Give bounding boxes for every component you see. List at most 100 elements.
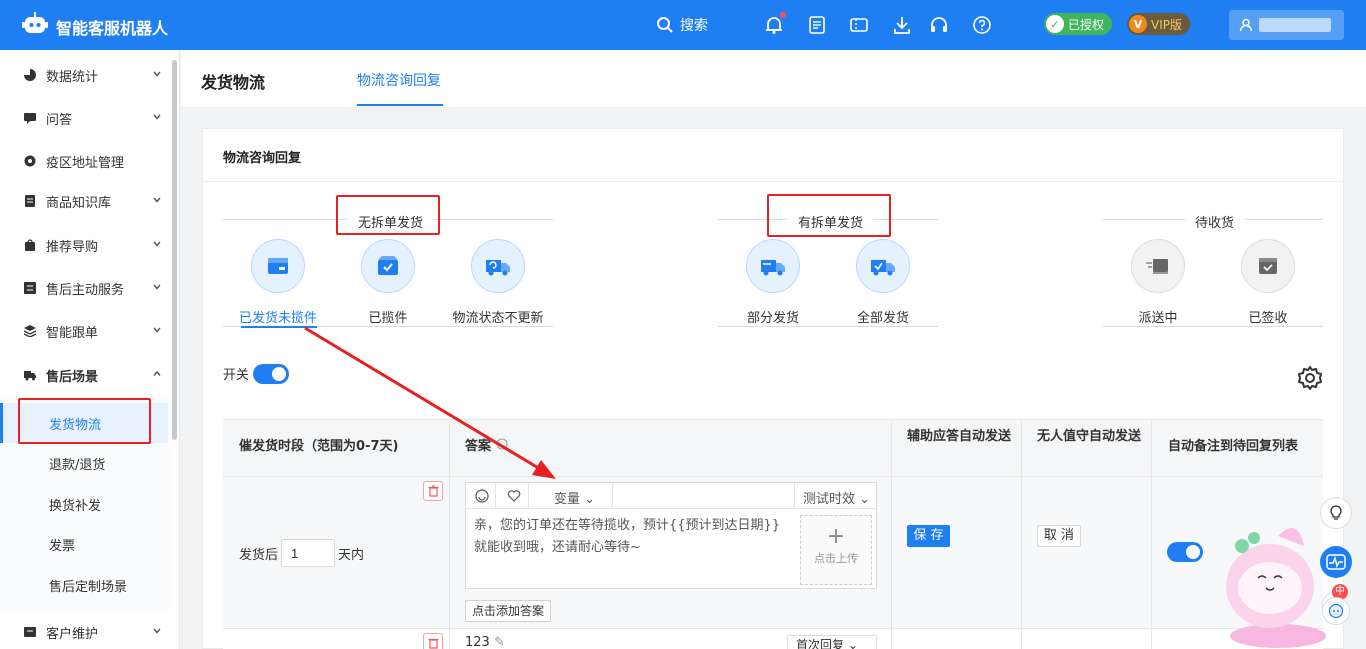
cancel-button[interactable]: 取 消	[1037, 525, 1081, 547]
feature-toggle[interactable]	[253, 364, 289, 384]
answer-preview-text: 123	[465, 635, 490, 649]
save-button[interactable]: 保 存	[907, 525, 950, 547]
truck-icon	[746, 239, 800, 293]
box-check-icon	[361, 239, 415, 293]
sidebar-subitem-invoice[interactable]: 发票	[0, 524, 168, 564]
category-label: 部分发货	[746, 311, 799, 326]
download-icon[interactable]	[892, 15, 912, 35]
delete-button[interactable]	[423, 633, 443, 649]
sidebar-subitem-exchange[interactable]: 换货补发	[0, 484, 168, 524]
shield-check-icon: ✓	[1046, 15, 1064, 33]
variable-label: 变量	[554, 492, 581, 507]
toolbar-divider	[612, 483, 613, 509]
variable-dropdown[interactable]: 变量 ⌄	[554, 488, 595, 507]
sidebar-item-label: 问答	[46, 112, 73, 128]
answer-text[interactable]: 亲，您的订单还在等待揽收，预计{{预计到达日期}}就能收到哦，还请耐心等待~	[474, 515, 792, 559]
sidebar-item-smart-tracking[interactable]: 智能跟单	[0, 311, 170, 351]
column-divider	[891, 419, 892, 649]
chat-bot-button[interactable]	[1322, 597, 1350, 625]
sidebar-subitem-label: 发票	[49, 538, 76, 554]
page-title: 发货物流	[201, 73, 266, 92]
page-header: 发货物流 物流咨询回复	[181, 50, 1366, 108]
category-shipped-not-collected[interactable]: 已发货未揽件	[228, 239, 328, 326]
auto-note-toggle[interactable]	[1167, 542, 1203, 562]
period-prefix: 发货后	[239, 548, 279, 563]
reply-type-select[interactable]: 首次回复 ⌄	[787, 635, 877, 649]
header-assist-auto-send: 辅助应答自动发送	[907, 429, 1012, 444]
chevron-up-icon	[153, 370, 161, 376]
chevron-down-icon	[153, 71, 161, 77]
sidebar-item-label: 售后场景	[46, 369, 99, 385]
category-full-shipment[interactable]: 全部发货	[833, 239, 933, 326]
sidebar-subitem-custom-scenes[interactable]: 售后定制场景	[0, 565, 168, 605]
sidebar-item-shopping-guide[interactable]: 推荐导购	[0, 225, 170, 265]
toolbar-divider	[794, 483, 795, 509]
category-label: 已揽件	[368, 311, 408, 326]
chevron-down-icon	[153, 197, 161, 203]
answer-editor[interactable]: 变量 ⌄ 测试时效 ⌄ 亲，您的订单还在等待揽收，预计{{预计到达日期}}就能收…	[465, 482, 877, 589]
search-button[interactable]: 搜索	[656, 15, 708, 35]
table-row	[223, 629, 1323, 649]
sidebar-subitem-label: 换货补发	[49, 498, 102, 514]
sidebar-item-epidemic-address[interactable]: 疫区地址管理	[0, 141, 170, 181]
category-status-not-updated[interactable]: 物流状态不更新	[448, 239, 548, 326]
sidebar-item-qa[interactable]: 问答	[0, 98, 170, 138]
sidebar-item-stats[interactable]: 数据统计	[0, 55, 170, 95]
column-divider	[1021, 419, 1022, 649]
bell-icon[interactable]	[764, 15, 784, 35]
test-timeliness-dropdown[interactable]: 测试时效 ⌄	[803, 488, 870, 507]
card-divider	[203, 181, 1343, 182]
sidebar-item-label: 数据统计	[46, 69, 99, 85]
trash-icon	[428, 485, 438, 497]
category-partial-shipment[interactable]: 部分发货	[723, 239, 823, 326]
pie-chart-icon	[24, 69, 36, 81]
edit-icon[interactable]: ✎	[494, 635, 505, 649]
sidebar-subitem-refund[interactable]: 退款/退货	[0, 443, 168, 483]
category-delivering[interactable]: 派送中	[1108, 239, 1208, 326]
toolbar-divider	[495, 483, 496, 509]
chat-icon	[24, 113, 36, 124]
gear-icon[interactable]	[1297, 365, 1323, 391]
chevron-down-icon	[153, 284, 161, 290]
sidebar: 数据统计 问答 疫区地址管理 商品知识库 推荐导购 售后主动服务 智能跟单 售后…	[0, 50, 180, 649]
emoji-icon[interactable]	[475, 489, 489, 503]
notification-dot	[780, 12, 786, 18]
document-icon[interactable]	[807, 15, 827, 35]
category-collected[interactable]: 已揽件	[338, 239, 438, 326]
tab-logistics-reply[interactable]: 物流咨询回复	[357, 70, 441, 90]
truck-icon	[24, 371, 36, 381]
group-label-pending-receipt: 待收货	[1185, 212, 1245, 231]
mascot-assistant-icon[interactable]	[1218, 516, 1338, 649]
user-icon	[1239, 18, 1253, 32]
sidebar-item-label: 推荐导购	[46, 239, 99, 255]
sidebar-item-product-knowledge[interactable]: 商品知识库	[0, 181, 170, 221]
sidebar-item-after-sale-service[interactable]: 售后主动服务	[0, 268, 170, 308]
category-label: 全部发货	[856, 311, 909, 326]
answer-preview: 123 ✎	[465, 635, 505, 649]
sidebar-item-customer-care[interactable]: 客户维护	[0, 612, 170, 649]
group-divider	[1103, 326, 1323, 327]
help-icon[interactable]	[972, 15, 992, 35]
sidebar-item-after-sale-scenes[interactable]: 售后场景	[0, 355, 170, 395]
annotation-box-no-split	[336, 195, 440, 235]
search-icon	[657, 17, 673, 33]
category-signed[interactable]: 已签收	[1218, 239, 1318, 326]
period-days-input[interactable]	[281, 539, 335, 567]
user-menu[interactable]	[1229, 10, 1344, 40]
logistics-reply-card: 物流咨询回复 无拆单发货 有拆单发货 待收货 已发货未揽件 已揽件 物流状态不更…	[202, 128, 1344, 649]
delete-button[interactable]	[423, 481, 443, 501]
headset-icon[interactable]	[929, 15, 949, 35]
heart-icon[interactable]	[507, 489, 521, 503]
trash-icon	[428, 638, 438, 649]
ticket-icon[interactable]	[849, 15, 869, 35]
header-unattended-auto-send: 无人值守自动发送	[1037, 429, 1142, 444]
app-title: 智能客服机器人	[56, 19, 169, 38]
search-label: 搜索	[680, 18, 708, 34]
upload-button[interactable]: + 点击上传	[800, 515, 872, 585]
sidebar-scrollbar[interactable]	[172, 60, 177, 440]
category-label: 物流状态不更新	[452, 311, 544, 326]
test-timeliness-label: 测试时效	[803, 492, 856, 507]
layers-icon	[24, 325, 36, 337]
add-answer-button[interactable]: 点击添加答案	[465, 600, 552, 622]
vip-badge: V VIP版	[1127, 13, 1190, 35]
